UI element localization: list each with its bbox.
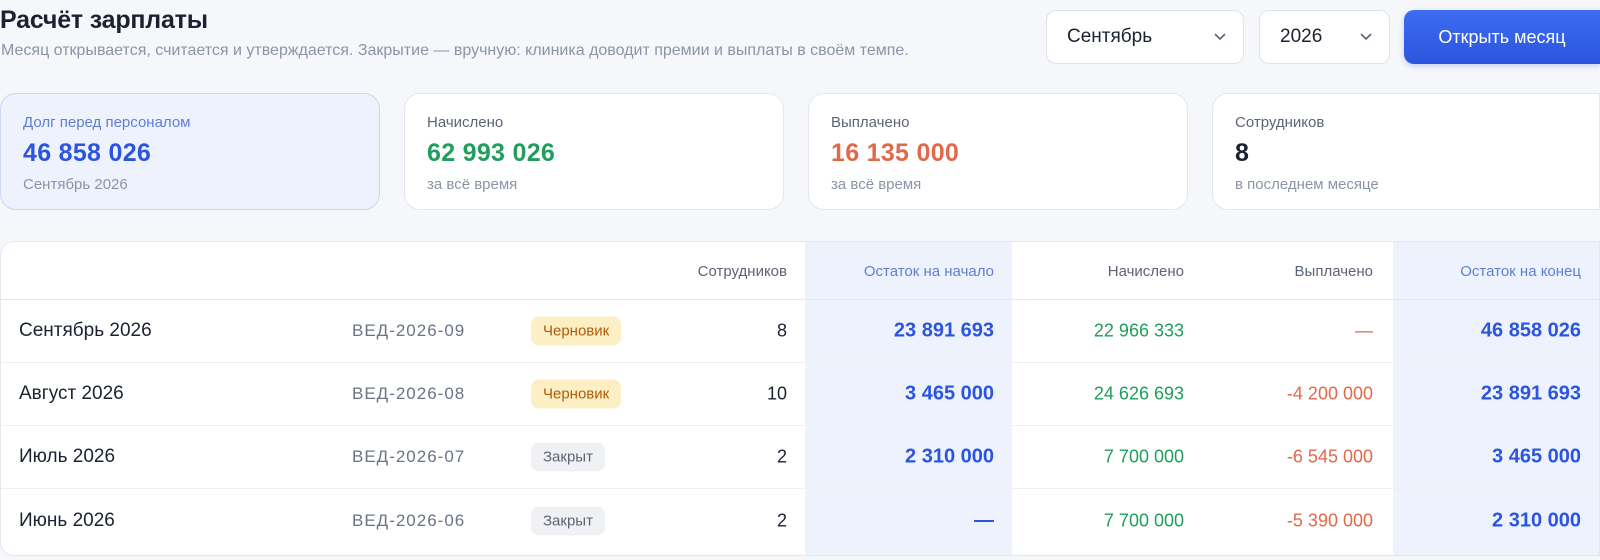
chevron-down-icon [1213, 30, 1227, 44]
stat-card-accrued: Начислено 62 993 026 за всё время [404, 93, 784, 210]
stat-card-paid: Выплачено 16 135 000 за всё время [808, 93, 1188, 210]
year-select-value: 2026 [1280, 26, 1323, 47]
row-end-balance: 23 891 693 [1480, 382, 1581, 405]
open-month-button[interactable]: Открыть месяц [1404, 10, 1600, 64]
year-select[interactable]: 2026 [1259, 10, 1390, 64]
table-row[interactable]: Июнь 2026 ВЕД-2026-06 Закрыт 2 — 7 700 0… [1, 489, 1599, 552]
row-month-name: Сентябрь 2026 [19, 320, 152, 341]
stat-card-sub: Сентябрь 2026 [23, 176, 128, 193]
row-start-balance: 2 310 000 [905, 445, 994, 468]
stat-card-sub: за всё время [427, 176, 518, 193]
row-employees: 10 [766, 383, 787, 404]
stat-card-label: Начислено [427, 114, 504, 131]
row-start-balance: — [974, 509, 994, 531]
row-accrued: 7 700 000 [1103, 446, 1184, 467]
row-code: ВЕД-2026-06 [352, 510, 466, 530]
row-employees: 2 [776, 446, 787, 467]
table-header: Сотрудников Остаток на начало Начислено … [1, 242, 1599, 300]
header-paid: Выплачено [1294, 263, 1373, 280]
header-accrued: Начислено [1107, 263, 1184, 280]
stat-card-sub: в последнем месяце [1235, 176, 1379, 193]
row-accrued: 7 700 000 [1103, 510, 1184, 530]
row-paid: -5 390 000 [1286, 510, 1373, 530]
row-code: ВЕД-2026-08 [352, 384, 466, 403]
row-paid: — [1355, 320, 1373, 341]
stat-card-label: Выплачено [831, 114, 910, 131]
payroll-table: Сотрудников Остаток на начало Начислено … [0, 241, 1600, 556]
row-code: ВЕД-2026-07 [352, 447, 466, 466]
status-badge: Закрыт [531, 506, 605, 535]
stat-card-value: 8 [1235, 139, 1250, 167]
stat-card-value: 46 858 026 [23, 139, 152, 167]
row-accrued: 22 966 333 [1093, 320, 1184, 341]
row-start-balance: 3 465 000 [905, 382, 994, 405]
stat-card-label: Сотрудников [1235, 114, 1325, 131]
stat-card-debt: Долг перед персоналом 46 858 026 Сентябр… [0, 93, 380, 210]
row-end-balance: 2 310 000 [1492, 509, 1581, 531]
row-month-name: Июль 2026 [19, 446, 116, 467]
stat-card-sub: за всё время [831, 176, 922, 193]
row-code: ВЕД-2026-09 [352, 321, 466, 340]
row-employees: 2 [776, 510, 787, 530]
status-badge: Черновик [531, 316, 622, 346]
row-paid: -6 545 000 [1286, 446, 1373, 467]
table-row[interactable]: Август 2026 ВЕД-2026-08 Черновик 10 3 46… [1, 363, 1599, 426]
row-month-name: Июнь 2026 [19, 509, 115, 531]
row-end-balance: 3 465 000 [1492, 445, 1581, 468]
page-title: Расчёт зарплаты [0, 6, 208, 34]
stat-card-value: 62 993 026 [427, 139, 556, 167]
table-row[interactable]: Июль 2026 ВЕД-2026-07 Закрыт 2 2 310 000… [1, 426, 1599, 489]
month-select-value: Сентябрь [1067, 26, 1153, 47]
status-badge: Закрыт [531, 442, 605, 472]
status-badge: Черновик [531, 379, 622, 409]
row-start-balance: 23 891 693 [893, 319, 994, 342]
row-employees: 8 [776, 320, 787, 341]
header-end-balance: Остаток на конец [1460, 263, 1581, 280]
stat-card-employees: Сотрудников 8 в последнем месяце [1212, 93, 1600, 210]
row-end-balance: 46 858 026 [1480, 319, 1581, 342]
chevron-down-icon [1359, 30, 1373, 44]
table-row[interactable]: Сентябрь 2026 ВЕД-2026-09 Черновик 8 23 … [1, 300, 1599, 363]
stat-card-label: Долг перед персоналом [23, 114, 191, 131]
header-start-balance: Остаток на начало [863, 263, 994, 280]
page-header: Расчёт зарплаты Месяц открывается, счита… [0, 0, 1600, 80]
page-subtitle: Месяц открывается, считается и утверждае… [1, 42, 909, 59]
row-accrued: 24 626 693 [1093, 383, 1184, 404]
month-select[interactable]: Сентябрь [1046, 10, 1244, 64]
stat-card-value: 16 135 000 [831, 139, 960, 167]
header-employees: Сотрудников [697, 263, 787, 280]
row-paid: -4 200 000 [1286, 383, 1373, 404]
row-month-name: Август 2026 [19, 383, 124, 404]
